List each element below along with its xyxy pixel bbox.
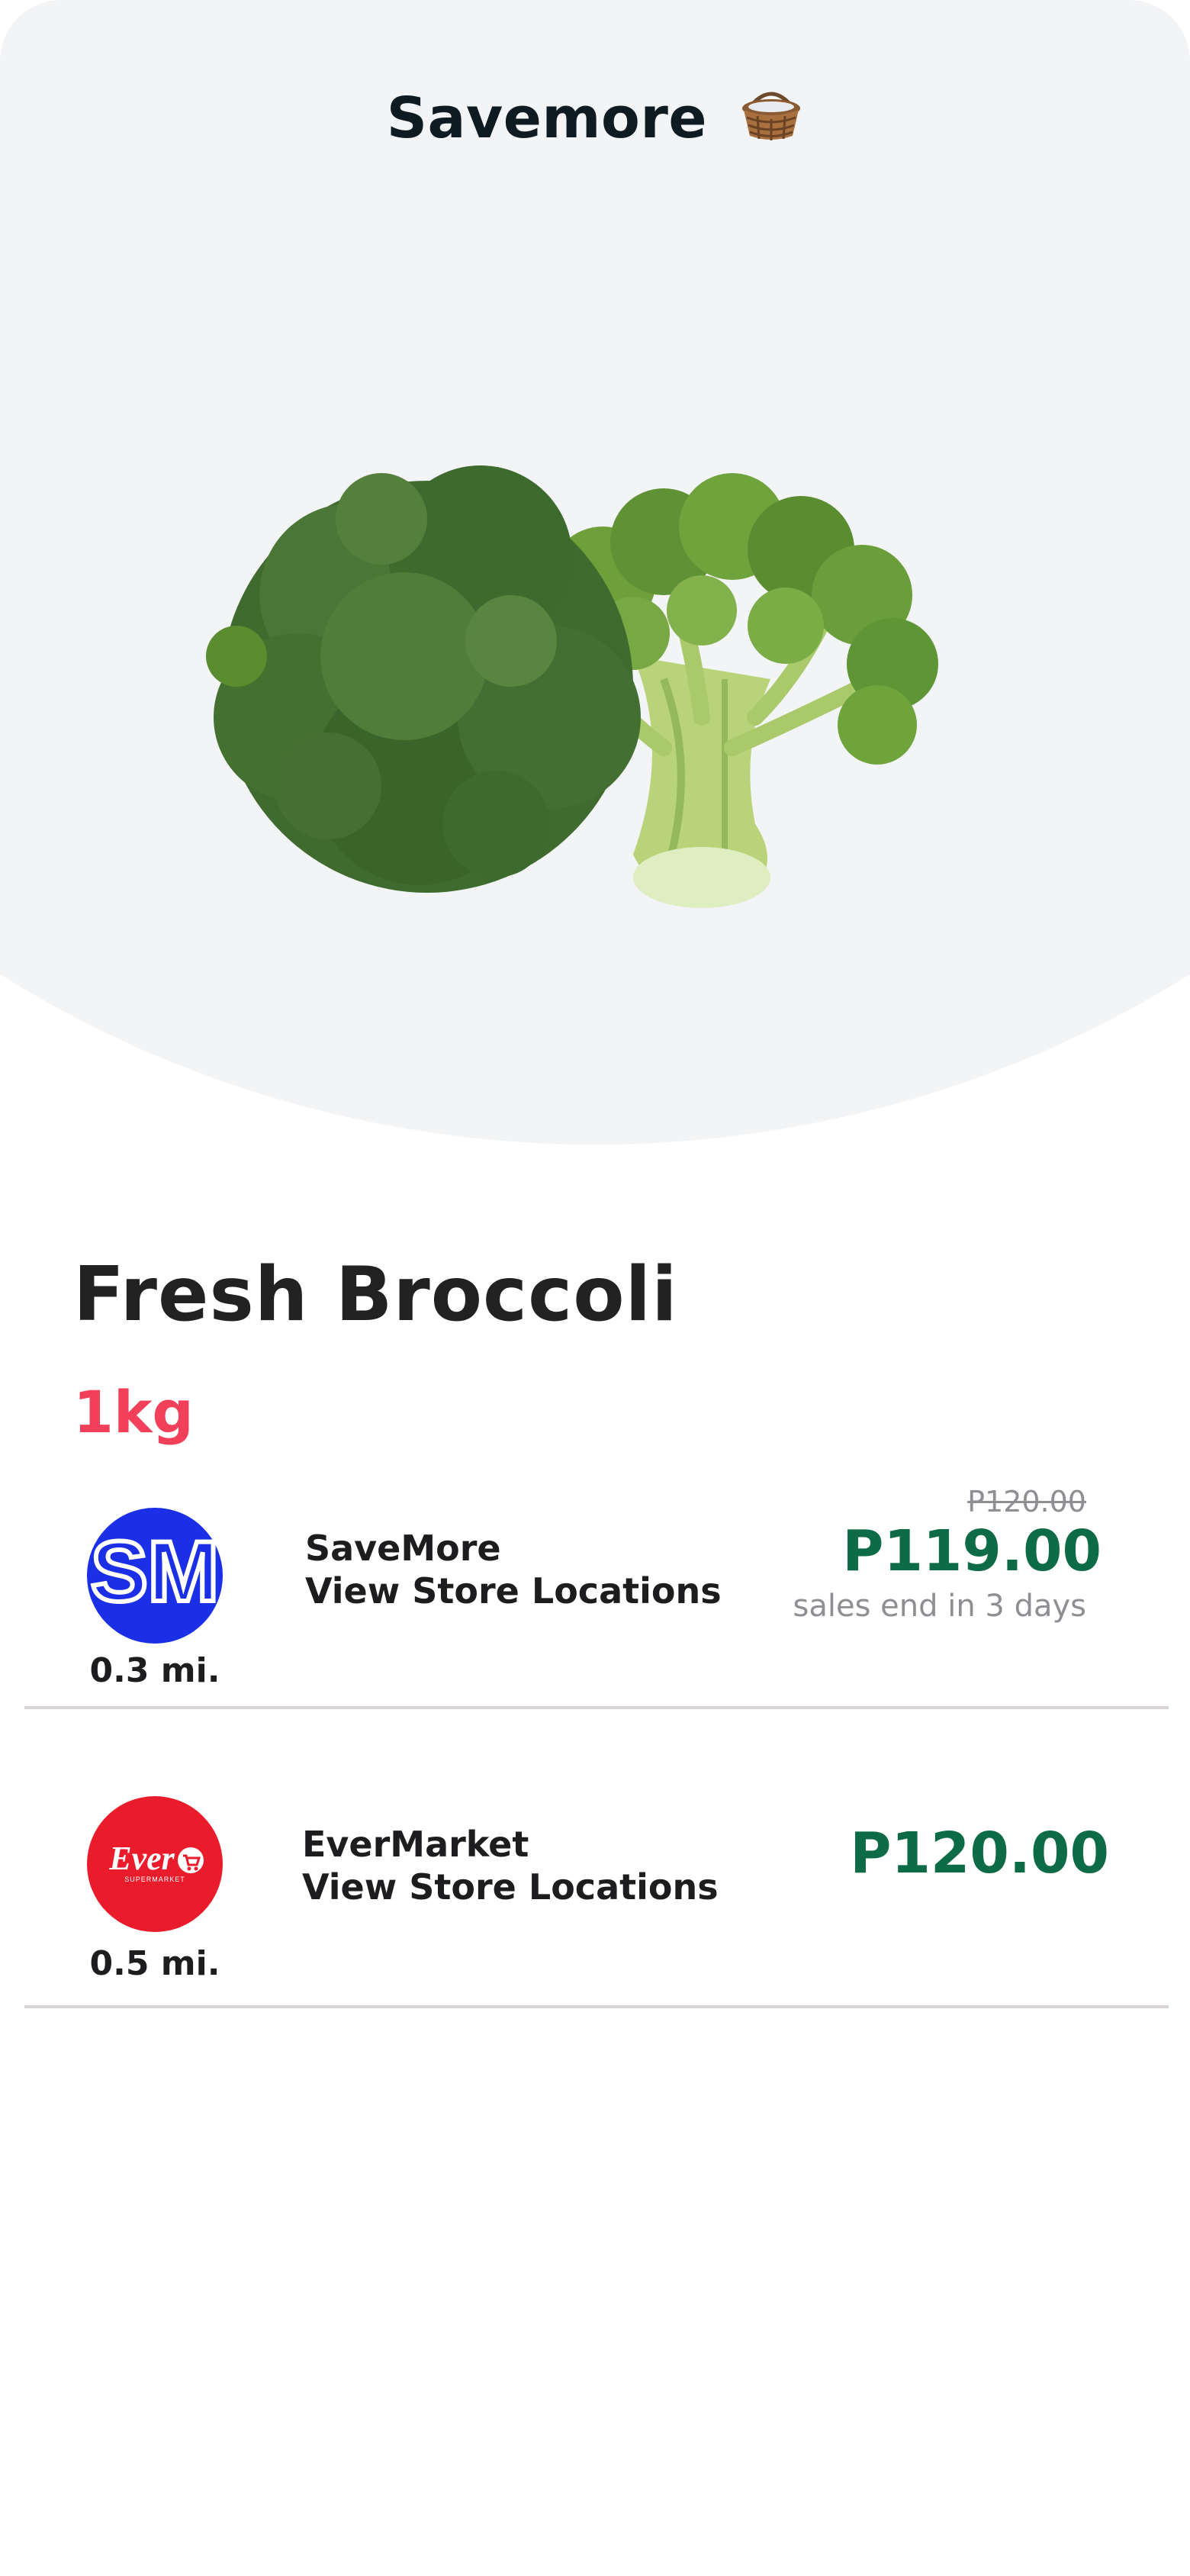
product-quantity: 1kg [73,1378,194,1446]
store-distance: 0.5 mi. [89,1944,220,1983]
sale-end-note: sales end in 3 days [793,1589,1086,1624]
sale-price: P119.00 [842,1518,1102,1584]
price: P120.00 [850,1821,1109,1886]
basket-icon [739,85,803,156]
store-name: SaveMore [305,1528,501,1569]
store-distance: 0.3 mi. [89,1651,220,1690]
broccoli-image [206,427,992,946]
evermarket-logo: Ever SUPERMARKET [87,1796,223,1932]
app-title-text: Savemore [386,85,708,151]
product-detail-screen: Savemore Fresh Broccoli 1kg SM 0.3 mi. S… [0,0,1190,2576]
divider [24,2005,1169,2008]
store-name: EverMarket [302,1824,529,1865]
original-price: P120.00 [967,1485,1086,1518]
savemore-logo-text: SM [91,1524,219,1619]
page-title: Savemore [0,85,1190,156]
view-store-locations-link[interactable]: View Store Locations [305,1570,722,1612]
product-name: Fresh Broccoli [73,1251,678,1338]
store-row-evermarket[interactable]: Ever SUPERMARKET 0.5 mi. EverMarket View… [0,1755,1190,1999]
evermarket-logo-subtext: SUPERMARKET [124,1876,185,1883]
view-store-locations-link[interactable]: View Store Locations [302,1866,719,1908]
store-row-savemore[interactable]: SM 0.3 mi. SaveMore View Store Locations… [0,1473,1190,1717]
evermarket-logo-text: Ever [108,1840,175,1877]
savemore-logo: SM [87,1508,223,1644]
divider [24,1706,1169,1709]
